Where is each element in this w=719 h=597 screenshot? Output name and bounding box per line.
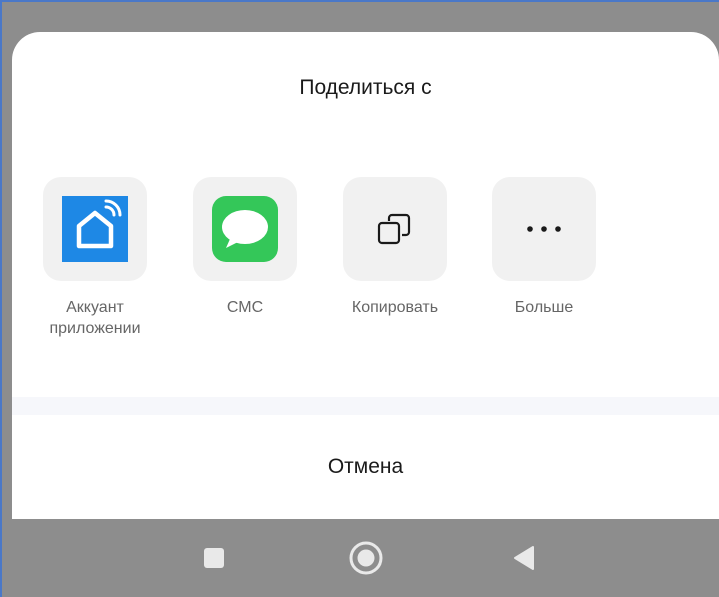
share-option-label: Аккуант приложении: [49, 299, 141, 337]
share-option-sms[interactable]: СМС: [180, 177, 310, 318]
smart-home-app-icon: [62, 196, 128, 262]
share-sheet: Поделиться с Аккуант приложении СМС Копи…: [12, 32, 719, 519]
share-option-more[interactable]: Больше: [479, 177, 609, 318]
back-button[interactable]: [494, 519, 554, 597]
copy-tile[interactable]: [343, 177, 447, 281]
more-tile[interactable]: [492, 177, 596, 281]
share-option-label: Больше: [514, 299, 574, 316]
share-option-label: СМС: [226, 299, 264, 316]
recents-square-icon: [204, 548, 224, 568]
recents-button[interactable]: [184, 519, 244, 597]
app-account-tile[interactable]: [43, 177, 147, 281]
share-option-label: Копировать: [351, 299, 439, 316]
copy-icon: [377, 213, 411, 245]
back-triangle-icon: [514, 546, 534, 570]
message-bubble-icon: [212, 196, 278, 262]
home-button[interactable]: [336, 519, 396, 597]
share-sheet-title: Поделиться с: [299, 76, 432, 99]
share-option-copy[interactable]: Копировать: [330, 177, 460, 318]
system-nav-bar: [12, 519, 719, 597]
sms-tile[interactable]: [193, 177, 297, 281]
more-dots-icon: [527, 226, 561, 232]
section-divider: [12, 397, 719, 415]
share-option-app-account[interactable]: Аккуант приложении: [30, 177, 160, 339]
cancel-button[interactable]: Отмена: [12, 415, 719, 519]
home-circle-icon: [349, 541, 383, 575]
